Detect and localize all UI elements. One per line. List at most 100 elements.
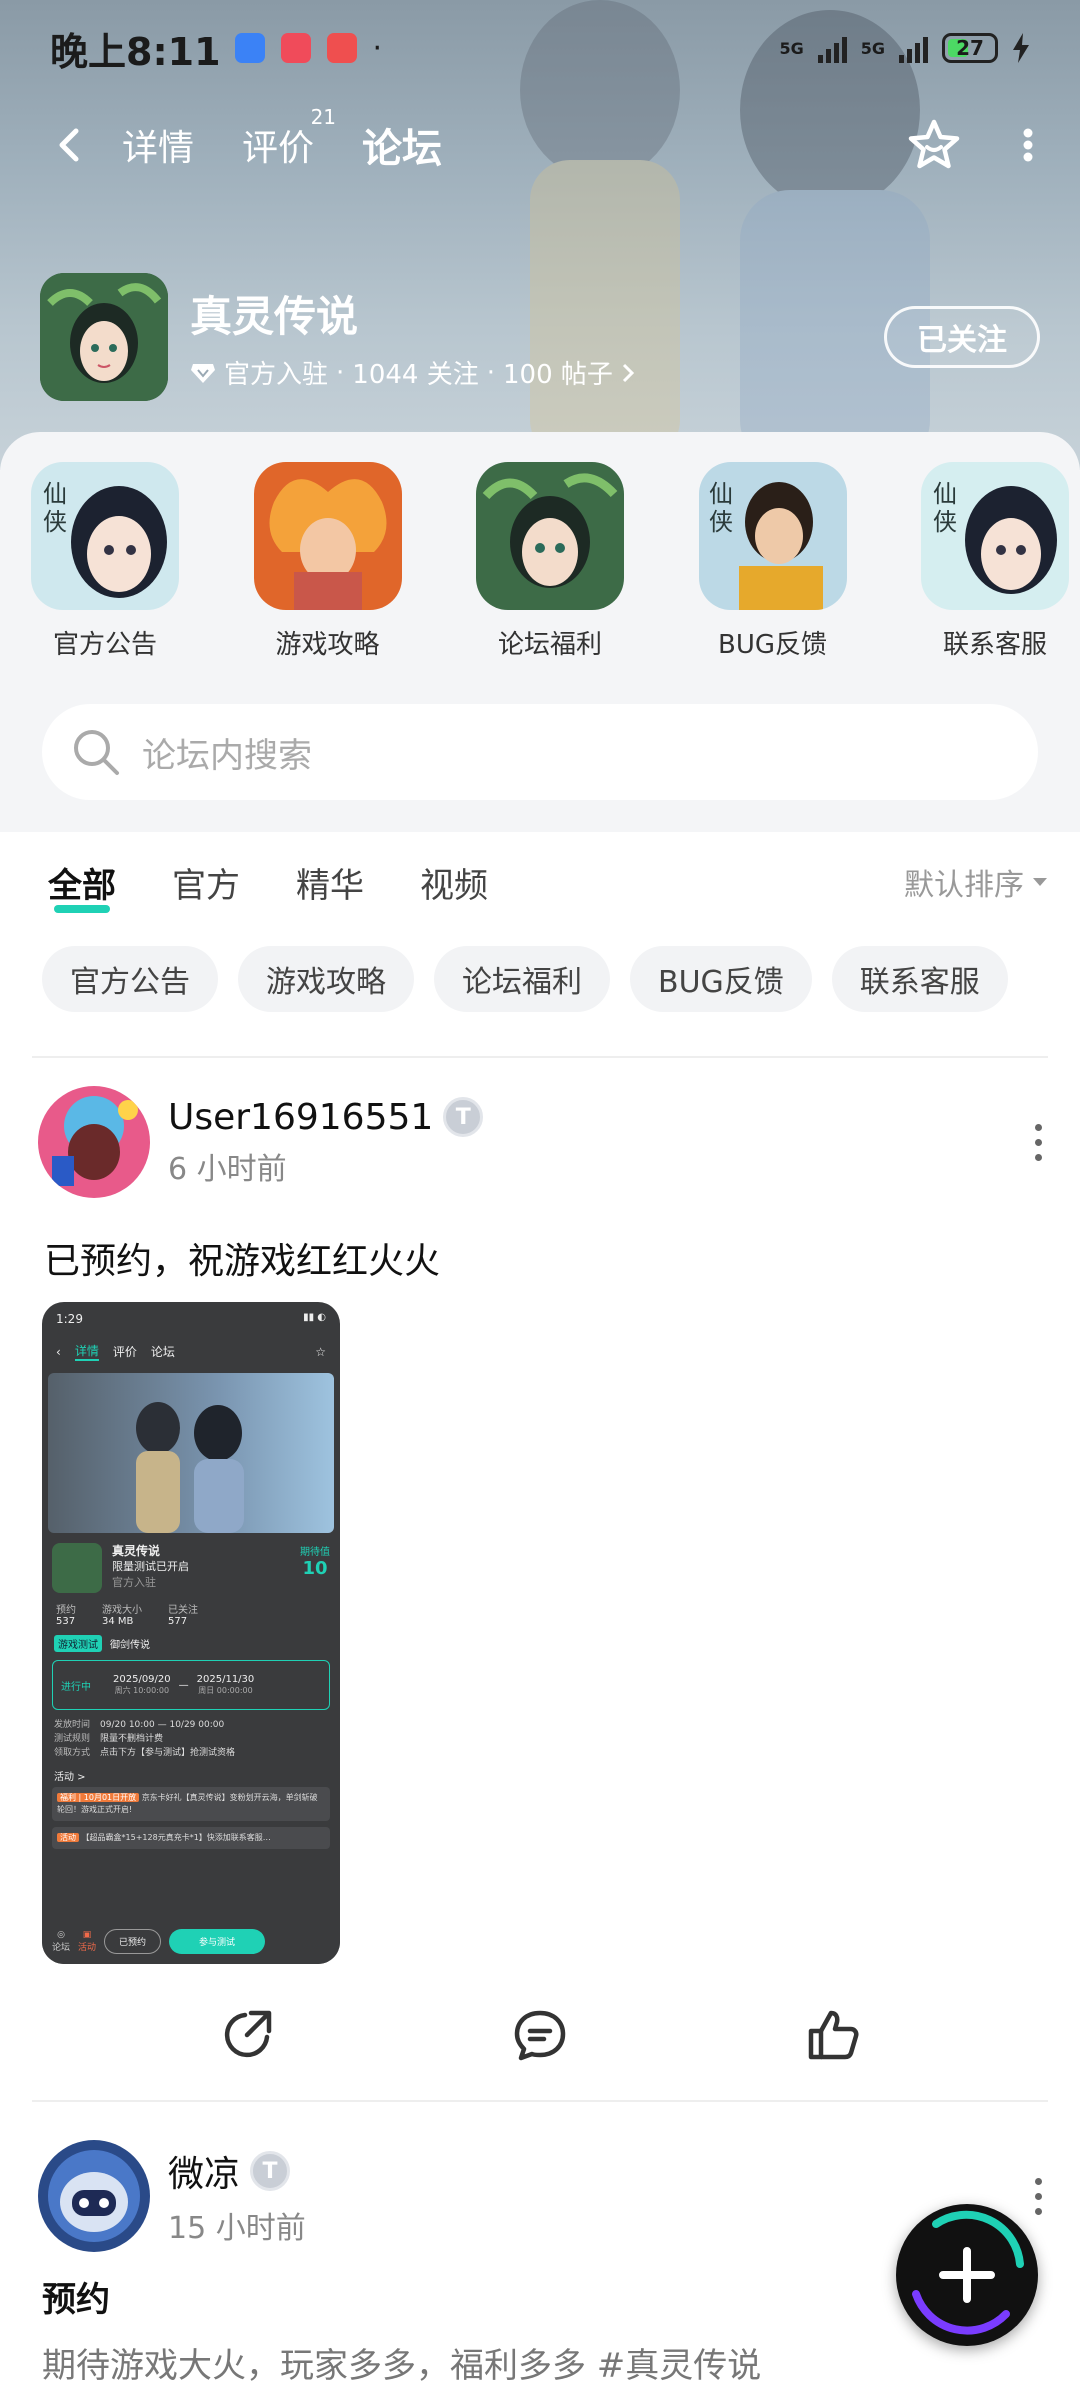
shot-row-value: 限量不删档计费 bbox=[100, 1734, 164, 1744]
shot-row-value: 点击下方【参与测试】抢测试资格 bbox=[100, 1748, 236, 1758]
post-image[interactable]: 1:29 ▮▮ ◐ ‹ 详情 评价 论坛 ☆ 真灵传说 限量测试已开启 官方入驻… bbox=[42, 1302, 340, 1964]
category-label: 游戏攻略 bbox=[275, 630, 380, 660]
chip-official-announcements[interactable]: 官方公告 bbox=[42, 946, 218, 1012]
share-icon[interactable] bbox=[219, 2007, 275, 2063]
post-count: 100 帖子 bbox=[502, 360, 613, 390]
category-label: BUG反馈 bbox=[717, 630, 827, 660]
category-forum-welfare[interactable]: 论坛福利 bbox=[475, 462, 625, 661]
network-label: 5G bbox=[779, 38, 804, 58]
chip-forum-welfare[interactable]: 论坛福利 bbox=[434, 946, 610, 1012]
search-input[interactable]: 论坛内搜索 bbox=[142, 728, 312, 777]
category-game-guides[interactable]: 游戏攻略 bbox=[253, 462, 403, 661]
bug-feedback-icon: 仙侠 bbox=[698, 462, 847, 610]
post-more-icon[interactable] bbox=[1028, 1123, 1048, 1161]
shot-stat-value: 577 bbox=[168, 1616, 188, 1627]
shot-tab: 详情 bbox=[74, 1342, 99, 1361]
category-bug-feedback[interactable]: 仙侠 BUG反馈 bbox=[698, 462, 848, 661]
follow-button[interactable]: 已关注 bbox=[884, 306, 1040, 368]
battery-icon: 27 bbox=[942, 33, 998, 63]
shot-status-time: 1:29 bbox=[56, 1312, 83, 1326]
official-announcement-icon: 仙侠 bbox=[31, 462, 179, 610]
header-banner: 晚上8:11 · 5G 5G 27 详情 评价 21 论坛 真灵传说 官方入驻 … bbox=[0, 0, 1080, 470]
like-icon[interactable] bbox=[805, 2007, 861, 2063]
category-official-announcements[interactable]: 仙侠 官方公告 bbox=[30, 462, 180, 661]
shot-back-icon: ‹ bbox=[56, 1344, 61, 1359]
search-icon bbox=[74, 730, 119, 775]
more-menu-icon[interactable] bbox=[1022, 125, 1034, 165]
shot-activity-item: 活动 【超品霸盒*15+128元真充卡*1】快添加联系客服… bbox=[52, 1827, 330, 1849]
shot-row-key: 领取方式 bbox=[54, 1748, 91, 1758]
chip-game-guides[interactable]: 游戏攻略 bbox=[238, 946, 414, 1012]
shot-score-label: 期待值 bbox=[300, 1547, 330, 1558]
svg-text:侠: 侠 bbox=[709, 508, 733, 536]
status-app-icons: · bbox=[234, 31, 382, 66]
shot-banner-image bbox=[48, 1373, 334, 1533]
avatar[interactable] bbox=[38, 2140, 150, 2252]
shot-date-start: 2025/09/20 bbox=[113, 1674, 171, 1685]
avatar[interactable] bbox=[38, 1086, 150, 1198]
shot-stat-label: 游戏大小 bbox=[102, 1605, 142, 1616]
sort-label: 默认排序 bbox=[904, 868, 1024, 903]
shot-date-end: 2025/11/30 bbox=[196, 1674, 255, 1685]
shot-row-value: 09/20 10:00 — 10/29 00:00 bbox=[100, 1720, 225, 1730]
game-meta[interactable]: 官方入驻 · 1044 关注 · 100 帖子 bbox=[190, 354, 635, 391]
shot-date-start-sub: 周六 10:00:00 bbox=[114, 1686, 170, 1695]
tab-details[interactable]: 详情 bbox=[122, 119, 194, 171]
shot-reserved-button: 已预约 bbox=[104, 1928, 162, 1954]
notification-app-icon bbox=[280, 33, 311, 63]
category-shortcuts: 仙侠 官方公告 游戏攻略 论坛福利 仙侠 BUG反馈 仙侠 联系客服 bbox=[30, 462, 1070, 661]
diamond-verified-icon bbox=[191, 363, 215, 383]
post-action-bar bbox=[0, 2000, 1080, 2070]
username[interactable]: User16916551 bbox=[168, 1097, 433, 1138]
game-info-row: 真灵传说 官方入驻 · 1044 关注 · 100 帖子 已关注 bbox=[40, 272, 1040, 402]
tab-forum[interactable]: 论坛 bbox=[362, 116, 443, 174]
shot-activity-tag: 福利 | 10月01日开放 bbox=[57, 1793, 140, 1802]
meta-separator: · bbox=[336, 357, 345, 388]
forum-search-bar[interactable]: 论坛内搜索 bbox=[42, 704, 1038, 800]
shot-score: 10 bbox=[302, 1558, 328, 1579]
shot-bottom-bar: ◎ 论坛 ▣ 活动 已预约 参与测试 bbox=[42, 1918, 340, 1964]
shot-star-icon: ☆ bbox=[315, 1344, 326, 1359]
game-icon[interactable] bbox=[40, 273, 168, 401]
shot-game-sub: 限量测试已开启 bbox=[112, 1560, 189, 1573]
chip-contact-support[interactable]: 联系客服 bbox=[831, 946, 1008, 1012]
level-badge: T bbox=[443, 1097, 484, 1137]
shot-game-title: 真灵传说 bbox=[112, 1544, 161, 1558]
feed-tab-video[interactable]: 视频 bbox=[420, 858, 488, 907]
category-label: 官方公告 bbox=[52, 630, 157, 660]
svg-text:仙: 仙 bbox=[709, 480, 733, 508]
shot-status: 进行中 bbox=[61, 1681, 91, 1693]
shot-stat-label: 已关注 bbox=[168, 1605, 198, 1616]
shot-tab: 评价 bbox=[112, 1345, 137, 1359]
shot-official: 官方入驻 bbox=[112, 1576, 156, 1589]
shot-date-dash: — bbox=[178, 1679, 189, 1691]
new-post-button[interactable] bbox=[896, 2204, 1038, 2346]
feed-tab-official[interactable]: 官方 bbox=[172, 858, 240, 907]
notification-app-icon bbox=[234, 33, 265, 63]
post-text: 已预约，祝游戏红红火火 bbox=[44, 1241, 441, 1282]
meta-separator: · bbox=[486, 357, 495, 388]
feed-tab-featured[interactable]: 精华 bbox=[296, 858, 364, 907]
svg-text:侠: 侠 bbox=[43, 508, 67, 536]
sort-dropdown[interactable]: 默认排序 bbox=[904, 860, 1048, 904]
category-contact-support[interactable]: 仙侠 联系客服 bbox=[920, 462, 1070, 661]
feed-tab-all[interactable]: 全部 bbox=[48, 858, 116, 913]
signal-icon bbox=[817, 33, 847, 63]
back-icon[interactable] bbox=[50, 125, 90, 165]
shot-test-name: 御剑传说 bbox=[110, 1640, 150, 1651]
shot-activity-tab-label: 活动 bbox=[78, 1942, 97, 1953]
tab-reviews[interactable]: 评价 21 bbox=[242, 105, 336, 171]
username[interactable]: 微凉 bbox=[168, 2145, 240, 2197]
post-text: 期待游戏大火，玩家多多，福利多多 #真灵传说 bbox=[42, 2346, 762, 2386]
shot-test-period: 进行中 2025/09/20 周六 10:00:00 — 2025/11/30 周日… bbox=[52, 1660, 330, 1710]
status-bar: 晚上8:11 · 5G 5G 27 bbox=[0, 0, 1080, 96]
post-header: User16916551 T 6 小时前 bbox=[38, 1086, 1048, 1198]
shot-gift-icon: ▣ bbox=[82, 1929, 92, 1940]
shot-activity-label: 活动 > bbox=[54, 1772, 86, 1783]
shot-activity-item: 福利 | 10月01日开放 京东卡好礼【真灵传说】变粉划开云海，单剑斩破轮回！游… bbox=[52, 1787, 330, 1821]
comment-icon[interactable] bbox=[512, 2007, 568, 2063]
favorite-star-icon[interactable] bbox=[906, 117, 962, 173]
shot-forum-label: 论坛 bbox=[52, 1942, 71, 1953]
chip-bug-feedback[interactable]: BUG反馈 bbox=[630, 946, 812, 1012]
review-count-badge: 21 bbox=[310, 105, 337, 129]
